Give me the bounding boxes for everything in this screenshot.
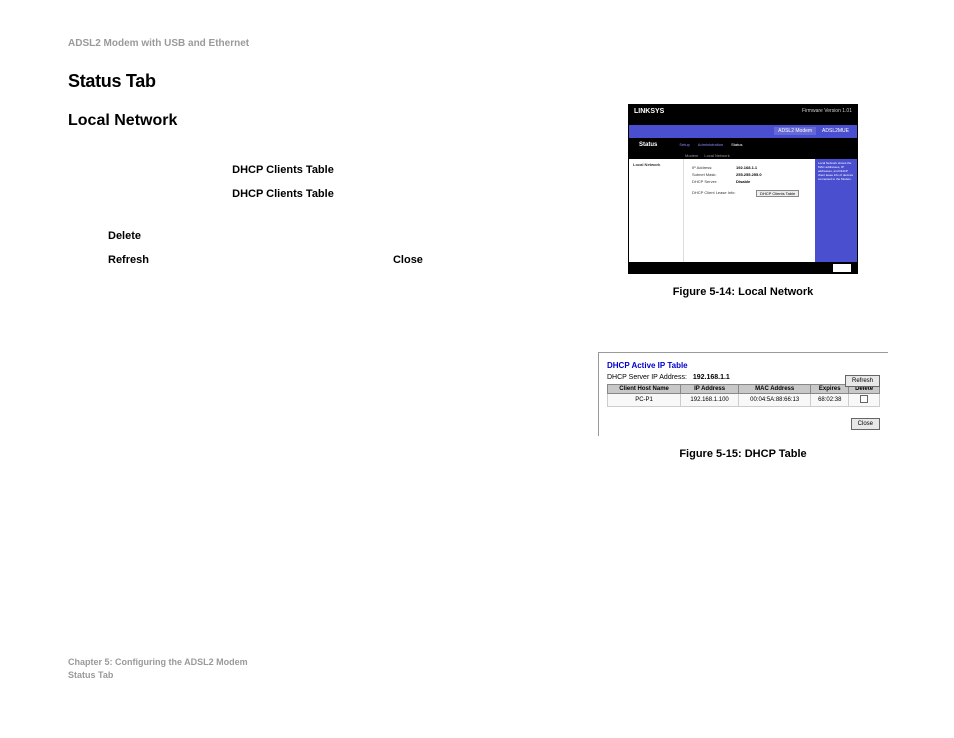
- figure-local-network-screenshot: LINKSYS Firmware Version 1.01 ADSL2 Mode…: [628, 104, 858, 274]
- device-tab-model[interactable]: ADSL2MUE: [818, 127, 853, 135]
- nav-admin[interactable]: Administration: [698, 142, 723, 147]
- dhcp-server-ip-label: DHCP Server IP Address:: [607, 374, 687, 381]
- cell-host: PC-P1: [608, 394, 681, 407]
- figure-dhcp-table: DHCP Active IP Table DHCP Server IP Addr…: [598, 352, 888, 460]
- col-expires: Expires: [811, 385, 849, 394]
- subtab-modem[interactable]: Modem: [685, 153, 698, 158]
- label-dhcp-clients-table: DHCP Clients Table: [68, 164, 498, 176]
- table-header-row: Client Host Name IP Address MAC Address …: [608, 385, 880, 394]
- label-close: Close: [393, 254, 423, 266]
- figure-2-caption: Figure 5-15: DHCP Table: [598, 448, 888, 460]
- cisco-logo: [833, 264, 851, 272]
- main-panel: IP Address: 192.168.1.1 Subnet Mask: 255…: [684, 159, 815, 262]
- help-panel: Local Network shows the MAC addresses, I…: [815, 159, 857, 262]
- dhcp-table: Client Host Name IP Address MAC Address …: [607, 384, 880, 407]
- footer-chapter: Chapter 5: Configuring the ADSL2 Modem: [68, 656, 248, 669]
- refresh-button[interactable]: Refresh: [845, 375, 880, 387]
- cell-ip: 192.168.1.100: [681, 394, 739, 407]
- label-dhcp-clients-table-2: DHCP Clients Table: [68, 188, 498, 200]
- col-host: Client Host Name: [608, 385, 681, 394]
- subtab-local-network[interactable]: Local Network: [704, 153, 729, 158]
- close-button[interactable]: Close: [851, 418, 880, 430]
- ip-value: 192.168.1.1: [736, 165, 757, 170]
- dhcp-active-title: DHCP Active IP Table: [607, 361, 880, 370]
- figure-1-caption: Figure 5-14: Local Network: [628, 286, 858, 298]
- label-delete: Delete: [108, 230, 498, 242]
- dhcp-value: Disable: [736, 179, 750, 184]
- cell-expires: 68:02:38: [811, 394, 849, 407]
- dhcp-server-ip-value: 192.168.1.1: [693, 374, 730, 381]
- heading-status-tab: Status Tab: [68, 71, 888, 92]
- nav-status[interactable]: Status: [731, 142, 742, 147]
- mask-label: Subnet Mask:: [692, 172, 736, 177]
- device-tab-modem[interactable]: ADSL2 Modem: [774, 127, 816, 135]
- label-refresh: Refresh: [108, 254, 149, 266]
- dhcp-label: DHCP Server:: [692, 179, 736, 184]
- firmware-version: Firmware Version 1.01: [802, 108, 852, 114]
- sidebar-label: Local Network: [629, 159, 684, 262]
- brand-logo: LINKSYS: [634, 108, 664, 115]
- col-ip: IP Address: [681, 385, 739, 394]
- figure-dhcp-table-screenshot: DHCP Active IP Table DHCP Server IP Addr…: [598, 352, 888, 436]
- cell-delete[interactable]: [849, 394, 880, 407]
- figure-local-network: LINKSYS Firmware Version 1.01 ADSL2 Mode…: [628, 104, 858, 298]
- nav-title: Status: [639, 142, 657, 148]
- page-footer: Chapter 5: Configuring the ADSL2 Modem S…: [68, 656, 248, 681]
- dhcp-clients-table-button[interactable]: DHCP Clients Table: [756, 190, 799, 197]
- mask-value: 255.255.255.0: [736, 172, 762, 177]
- nav-setup[interactable]: Setup: [679, 142, 689, 147]
- col-mac: MAC Address: [739, 385, 811, 394]
- cell-mac: 00:04:5A:88:66:13: [739, 394, 811, 407]
- footer-bar: [629, 262, 857, 274]
- delete-checkbox[interactable]: [860, 395, 868, 403]
- footer-section: Status Tab: [68, 669, 248, 682]
- lease-label: DHCP Client Lease Info:: [692, 190, 752, 197]
- ip-label: IP Address:: [692, 165, 736, 170]
- table-row: PC-P1 192.168.1.100 00:04:5A:88:66:13 68…: [608, 394, 880, 407]
- product-header: ADSL2 Modem with USB and Ethernet: [68, 38, 888, 49]
